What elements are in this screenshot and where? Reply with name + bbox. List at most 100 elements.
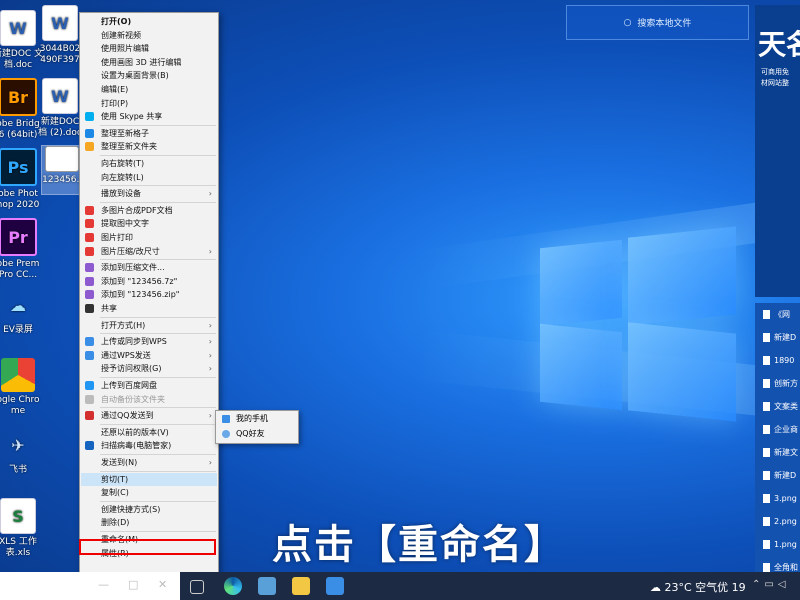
menu-item[interactable]: 添加到压缩文件... (81, 261, 217, 274)
weather-widget[interactable]: ☁ 23°C 空气优 19 (650, 579, 746, 595)
recent-file-label: 2.png (774, 517, 797, 526)
menu-item-label: 发送到(N) (101, 458, 138, 467)
menu-item-label: 使用 Skype 共享 (101, 112, 163, 122)
file-icon (763, 517, 770, 526)
menu-item[interactable]: 复制(C) (81, 486, 217, 499)
photoshop-icon: Ps (0, 148, 37, 186)
menu-item[interactable]: 授予访问权限(G) › (81, 362, 217, 375)
menu-item[interactable]: 通过WPS发送 › (81, 349, 217, 362)
app-icon[interactable] (326, 577, 344, 595)
recent-file-item[interactable]: 全角和 (755, 556, 800, 572)
menu-item-label: 授予访问权限(G) (101, 364, 162, 374)
menu-item[interactable]: 编辑(E) (81, 83, 217, 96)
recent-file-item[interactable]: 新建D (755, 326, 800, 349)
recent-file-item[interactable]: 《网 (755, 303, 800, 326)
recent-file-item[interactable]: 新建D (755, 464, 800, 487)
menu-item-label: 打开(O) (101, 17, 132, 26)
recent-file-item[interactable]: 1890 (755, 349, 800, 372)
system-tray[interactable]: ⌃▭◁ (752, 579, 790, 590)
recent-file-item[interactable]: 创新方 (755, 372, 800, 395)
menu-item[interactable]: 共享 (81, 302, 217, 315)
menu-item[interactable]: 扫描病毒(电脑管家) (81, 439, 217, 452)
desktop-icon-premiere[interactable]: Pr obe Prem Pro CC... (0, 218, 54, 281)
menu-item[interactable]: 发送到(N) › (81, 456, 217, 469)
menu-item[interactable]: 使用 Skype 共享 (81, 110, 217, 123)
menu-item[interactable]: 打开方式(H) › (81, 319, 217, 332)
menu-item[interactable]: 提取图中文字 (81, 217, 217, 230)
file-icon (763, 448, 770, 457)
qq-icon (85, 411, 94, 421)
maximize-button[interactable]: □ (128, 578, 138, 591)
banner-ad[interactable]: 天名 可商用免 材网站整 (755, 5, 800, 297)
recent-file-label: 1890 (774, 356, 795, 365)
menu-separator (100, 470, 216, 472)
menu-item[interactable]: 使用画图 3D 进行编辑 (81, 56, 217, 69)
recent-file-item[interactable]: 企业商 (755, 418, 800, 441)
menu-item-label: 添加到 "123456.zip" (101, 290, 180, 300)
recent-file-label: 全角和 (774, 563, 798, 572)
menu-item[interactable]: 剪切(T) (81, 472, 217, 486)
submenu-label: QQ好友 (236, 429, 265, 438)
menu-item[interactable]: 整理至新文件夹 (81, 140, 217, 153)
recent-file-label: 创新方 (774, 379, 798, 388)
menu-item[interactable]: 还原以前的版本(V) (81, 426, 217, 439)
weather-text: 23°C 空气优 19 (664, 581, 746, 594)
desktop-icon-feishu[interactable]: ✈ 飞书 (0, 428, 54, 476)
chevron-right-icon: › (208, 189, 212, 199)
folder-icon (85, 142, 94, 152)
ev-recorder-icon: ☁ (10, 295, 26, 315)
recent-file-item[interactable]: 文案类 (755, 395, 800, 418)
desktop-icon-ev-recorder[interactable]: ☁ EV录屏 (0, 288, 54, 336)
menu-item[interactable]: 添加到 "123456.zip" (81, 288, 217, 301)
taskbar-search-box[interactable]: — □ ✕ (0, 572, 180, 600)
menu-item[interactable]: 向右旋转(T) (81, 157, 217, 170)
menu-item[interactable]: 打开(O) (81, 15, 217, 28)
file-explorer-icon[interactable] (292, 577, 310, 595)
menu-item[interactable]: 添加到 "123456.7z" (81, 275, 217, 288)
menu-item[interactable]: 创建新视频 (81, 29, 217, 42)
menu-item[interactable]: 整理至新格子 (81, 127, 217, 140)
word-icon: W (42, 78, 78, 114)
menu-separator (100, 155, 216, 156)
submenu-item-my-phone[interactable]: 我的手机 (216, 412, 298, 426)
menu-separator (100, 407, 216, 409)
menu-item[interactable]: 通过QQ发送到 › (81, 409, 217, 422)
menu-item-label: 上传到百度网盘 (101, 381, 157, 390)
recent-file-item[interactable]: 新建文 (755, 441, 800, 464)
app-icon[interactable] (258, 577, 276, 595)
recent-file-item[interactable]: 2.png (755, 510, 800, 533)
close-button[interactable]: ✕ (158, 578, 167, 591)
menu-item[interactable]: 删除(D) (81, 516, 217, 529)
menu-item[interactable]: 向左旋转(L) (81, 171, 217, 184)
minimize-button[interactable]: — (98, 578, 109, 591)
recent-file-item[interactable]: 1.png (755, 533, 800, 556)
menu-item-label: 添加到 "123456.7z" (101, 276, 178, 286)
menu-item[interactable]: 图片打印 (81, 231, 217, 244)
submenu-item-qq-friend[interactable]: QQ好友 (216, 427, 298, 441)
recent-file-item[interactable]: 3.png (755, 487, 800, 510)
skype-icon (85, 112, 94, 122)
file-icon (763, 563, 770, 572)
desktop-icon-image-selected[interactable]: 123456.j (41, 145, 83, 195)
menu-item[interactable]: 上传到百度网盘 (81, 379, 217, 392)
menu-item[interactable]: 自动备份该文件夹 (81, 393, 217, 406)
desktop-icon-chrome[interactable]: ogle Chro me (0, 358, 54, 417)
recent-files-list: 《网 新建D 1890 创新方 文案类 企业商 新建文 新建D 3.png 2.png 1.png 全… (755, 303, 800, 572)
menu-separator (100, 454, 216, 455)
taskbar: — □ ✕ ☁ 23°C 空气优 19 ⌃▭◁ (0, 572, 800, 600)
search-local-files-box[interactable]: ○ 搜索本地文件 (566, 5, 749, 40)
menu-item[interactable]: 创建快捷方式(S) (81, 503, 217, 516)
menu-item[interactable]: 图片压缩/改尺寸 › (81, 245, 217, 258)
menu-item-label: 共享 (101, 304, 117, 313)
menu-item[interactable]: 多图片合成PDF文档 (81, 204, 217, 217)
menu-item[interactable]: 上传或同步到WPS › (81, 335, 217, 348)
edge-icon[interactable] (224, 577, 242, 595)
backup-icon (85, 394, 94, 404)
menu-item[interactable]: 播放到设备 › (81, 187, 217, 200)
menu-item-label: 打开方式(H) (101, 320, 146, 330)
menu-item[interactable]: 打印(P) (81, 97, 217, 110)
task-view-icon[interactable] (190, 580, 204, 594)
menu-item[interactable]: 使用照片编辑 (81, 42, 217, 55)
menu-item[interactable]: 设置为桌面背景(B) (81, 69, 217, 82)
desktop-icon-xls[interactable]: S XLS 工作 表.xls (0, 498, 54, 559)
